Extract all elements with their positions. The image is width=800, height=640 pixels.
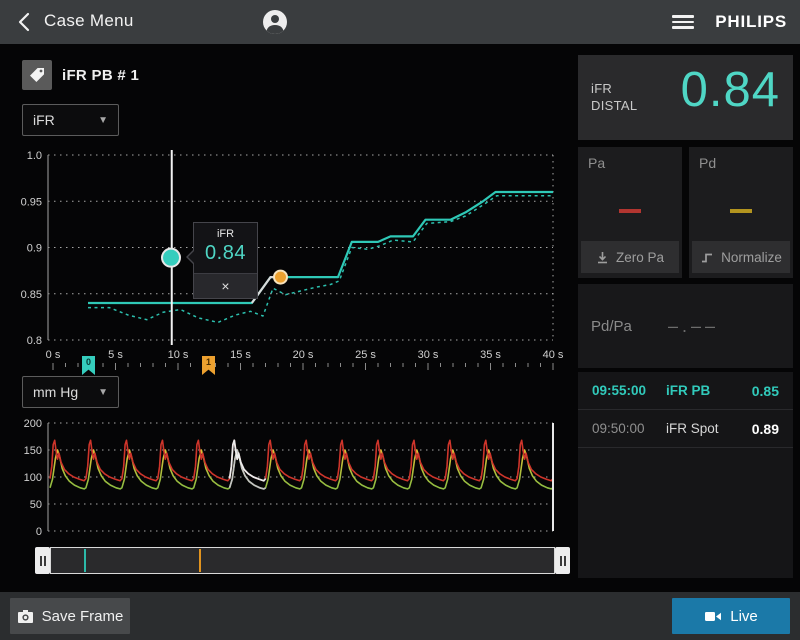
pa-panel: Pa Zero Pa bbox=[578, 147, 682, 278]
history-value: 0.89 bbox=[752, 421, 779, 437]
scrubber-marker-distal bbox=[84, 549, 86, 572]
normalize-icon bbox=[700, 251, 714, 264]
svg-text:15 s: 15 s bbox=[230, 349, 251, 361]
video-camera-icon bbox=[704, 610, 722, 623]
svg-text:30 s: 30 s bbox=[418, 349, 439, 361]
user-avatar-icon[interactable] bbox=[262, 9, 288, 35]
svg-text:20 s: 20 s bbox=[293, 349, 314, 361]
history-value: 0.85 bbox=[752, 383, 779, 399]
back-button[interactable] bbox=[14, 11, 38, 33]
tag-button[interactable] bbox=[22, 60, 52, 90]
top-bar: Case Menu PHILIPS bbox=[0, 0, 800, 44]
ifr-distal-panel: iFR DISTAL 0.84 bbox=[578, 55, 793, 140]
tooltip-value: 0.84 bbox=[194, 240, 257, 265]
save-frame-button[interactable]: Save Frame bbox=[10, 598, 130, 634]
record-label: iFR PB # 1 bbox=[62, 67, 139, 84]
pdpa-panel: Pd/Pa –.–– bbox=[578, 284, 793, 368]
normalize-button[interactable]: Normalize bbox=[692, 241, 790, 273]
history-row-ifr-spot[interactable]: 09:50:00 iFR Spot 0.89 bbox=[578, 410, 793, 448]
bottom-bar: Save Frame Live bbox=[0, 592, 800, 640]
page-title: Case Menu bbox=[44, 11, 134, 31]
measurement-history-panel: 09:55:00 iFR PB 0.85 09:50:00 iFR Spot 0… bbox=[578, 372, 793, 578]
pressure-chart[interactable]: 200 150 100 50 0 bbox=[0, 385, 570, 555]
svg-text:25 s: 25 s bbox=[355, 349, 376, 361]
chevron-down-icon: ▼ bbox=[98, 115, 108, 126]
menu-icon[interactable] bbox=[672, 15, 694, 29]
svg-text:40 s: 40 s bbox=[543, 349, 564, 361]
ifr-trend-chart[interactable]: 1.0 0.95 0.9 0.85 0.8 0 s 5 s 10 s 15 s 20 s 25 s 3… bbox=[0, 145, 570, 380]
camera-icon bbox=[17, 609, 34, 624]
chevron-left-icon bbox=[14, 11, 38, 33]
history-type: iFR Spot bbox=[666, 421, 719, 436]
scrubber-handle-right[interactable] bbox=[555, 547, 570, 574]
svg-text:50: 50 bbox=[30, 499, 42, 511]
svg-text:0.8: 0.8 bbox=[27, 335, 42, 347]
svg-text:200: 200 bbox=[24, 418, 42, 430]
zero-arrow-icon bbox=[596, 251, 609, 264]
pdpa-label: Pd/Pa bbox=[591, 318, 632, 335]
scrubber-marker-bookmark bbox=[199, 549, 201, 572]
svg-text:0 s: 0 s bbox=[46, 349, 61, 361]
svg-text:0.9: 0.9 bbox=[27, 243, 42, 255]
mode-dropdown[interactable]: iFR ▼ bbox=[22, 104, 119, 136]
zero-pa-button[interactable]: Zero Pa bbox=[581, 241, 679, 273]
tag-icon bbox=[29, 67, 45, 83]
pd-label: Pd bbox=[699, 155, 716, 171]
pdpa-value: –.–– bbox=[668, 316, 719, 337]
svg-text:5 s: 5 s bbox=[108, 349, 123, 361]
svg-text:35 s: 35 s bbox=[480, 349, 501, 361]
tooltip-title: iFR bbox=[194, 223, 257, 240]
pa-signal-indicator bbox=[619, 209, 641, 213]
history-row-ifr-pb[interactable]: 09:55:00 iFR PB 0.85 bbox=[578, 372, 793, 410]
pa-label: Pa bbox=[588, 155, 605, 171]
history-time: 09:50:00 bbox=[592, 421, 666, 436]
philips-logo: PHILIPS bbox=[715, 12, 787, 32]
svg-text:1.0: 1.0 bbox=[27, 150, 42, 162]
ifr-value-tooltip: iFR 0.84 × bbox=[193, 222, 258, 299]
svg-text:150: 150 bbox=[24, 445, 42, 457]
pd-panel: Pd Normalize bbox=[689, 147, 793, 278]
svg-text:10 s: 10 s bbox=[168, 349, 189, 361]
tooltip-close-button[interactable]: × bbox=[194, 273, 257, 298]
history-time: 09:55:00 bbox=[592, 383, 666, 398]
mode-dropdown-value: iFR bbox=[33, 112, 55, 128]
ifr-distal-label: iFR DISTAL bbox=[591, 81, 637, 115]
svg-text:0: 0 bbox=[36, 526, 42, 538]
app-root: Case Menu PHILIPS iFR PB # 1 iFR ▼ 1.0 0.… bbox=[0, 0, 800, 640]
history-type: iFR PB bbox=[666, 383, 710, 398]
svg-text:100: 100 bbox=[24, 472, 42, 484]
pd-signal-indicator bbox=[730, 209, 752, 213]
ifr-distal-value: 0.84 bbox=[681, 62, 780, 118]
live-button[interactable]: Live bbox=[672, 598, 790, 634]
svg-text:0.85: 0.85 bbox=[21, 289, 42, 301]
scrubber-track[interactable] bbox=[50, 547, 555, 574]
svg-text:0.95: 0.95 bbox=[21, 196, 42, 208]
scrubber-handle-left[interactable] bbox=[35, 547, 50, 574]
timeline-scrubber bbox=[35, 547, 570, 574]
